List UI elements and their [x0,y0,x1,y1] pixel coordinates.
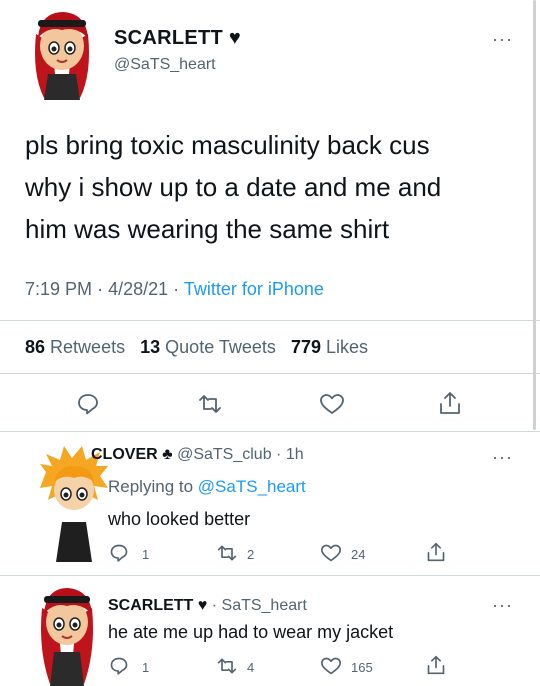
divider [0,575,540,576]
meta-separator: · [173,279,184,299]
tweet-time[interactable]: 7:19 PM [25,279,92,299]
avatar[interactable] [30,578,104,686]
retweet-icon[interactable] [216,543,238,563]
retweet-count: 4 [247,660,255,675]
retweets-count: 86 [25,337,46,357]
replying-to-handle[interactable]: @SaTS_heart [198,477,306,496]
share-icon[interactable] [426,541,446,563]
reply-icon[interactable] [109,656,129,676]
retweets-label: Retweets [50,337,126,357]
more-dots-icon[interactable]: ··· [492,596,513,614]
tweet-source-link[interactable]: Twitter for iPhone [184,279,324,299]
reply-icon[interactable] [76,392,100,416]
retweet-icon[interactable] [216,656,238,676]
retweet-icon[interactable] [197,392,223,416]
reply-header: SCARLETT ♥ · SaTS_heart [108,597,307,615]
more-dots-icon[interactable]: ··· [492,448,513,466]
display-name[interactable]: CLOVER ♣ [91,446,173,463]
engagement-stats: 86 Retweets 13 Quote Tweets 779 Likes [25,337,368,358]
meta-separator: · [276,446,282,463]
tweet-date[interactable]: 4/28/21 [108,279,168,299]
reply-text: he ate me up had to wear my jacket [108,622,394,642]
divider [0,431,540,432]
like-icon[interactable] [319,392,345,416]
likes-stat[interactable]: 779 Likes [291,337,368,357]
reply-count: 1 [142,660,150,675]
retweet-count: 2 [247,547,255,562]
reply-age[interactable]: 1h [286,446,304,463]
avatar[interactable] [22,4,102,100]
handle[interactable]: @SaTS_club [177,446,272,463]
display-name[interactable]: SCARLETT ♥ [108,597,207,614]
replying-to-label: Replying to [108,477,194,496]
tweet-text: pls bring toxic masculinity back cus why… [25,124,441,250]
divider [0,373,540,374]
handle[interactable]: @SaTS_heart [114,56,216,74]
scrollbar[interactable] [533,0,536,430]
like-icon[interactable] [320,656,342,676]
like-icon[interactable] [320,543,342,563]
tweet-text-line: pls bring toxic masculinity back cus [25,130,430,160]
share-icon[interactable] [426,654,446,676]
likes-label: Likes [326,337,369,357]
reply-header: CLOVER ♣ @SaTS_club · 1h [91,446,304,464]
handle[interactable]: SaTS_heart [222,597,307,614]
replying-to: Replying to @SaTS_heart [108,477,306,497]
quotes-stat[interactable]: 13 Quote Tweets [140,337,281,357]
meta-separator: · [97,279,109,299]
likes-count: 779 [290,337,321,357]
retweets-stat[interactable]: 86 Retweets [25,337,130,357]
reply-count: 1 [142,547,150,562]
display-name[interactable]: SCARLETT ♥ [114,27,241,50]
tweet-meta: 7:19 PM · 4/28/21 · Twitter for iPhone [25,279,324,300]
tweet-text-line: him was wearing the same shirt [25,214,390,244]
meta-separator: · [211,597,218,614]
reply-icon[interactable] [109,543,129,563]
quotes-label: Quote Tweets [165,337,276,357]
quotes-count: 13 [140,337,161,357]
more-dots-icon[interactable]: ··· [492,30,513,48]
tweet-text-line: why i show up to a date and me and [25,172,442,202]
like-count: 24 [351,547,366,562]
divider [0,320,540,321]
reply-text: who looked better [108,509,251,529]
like-count: 165 [351,660,373,675]
share-icon[interactable] [438,390,462,416]
